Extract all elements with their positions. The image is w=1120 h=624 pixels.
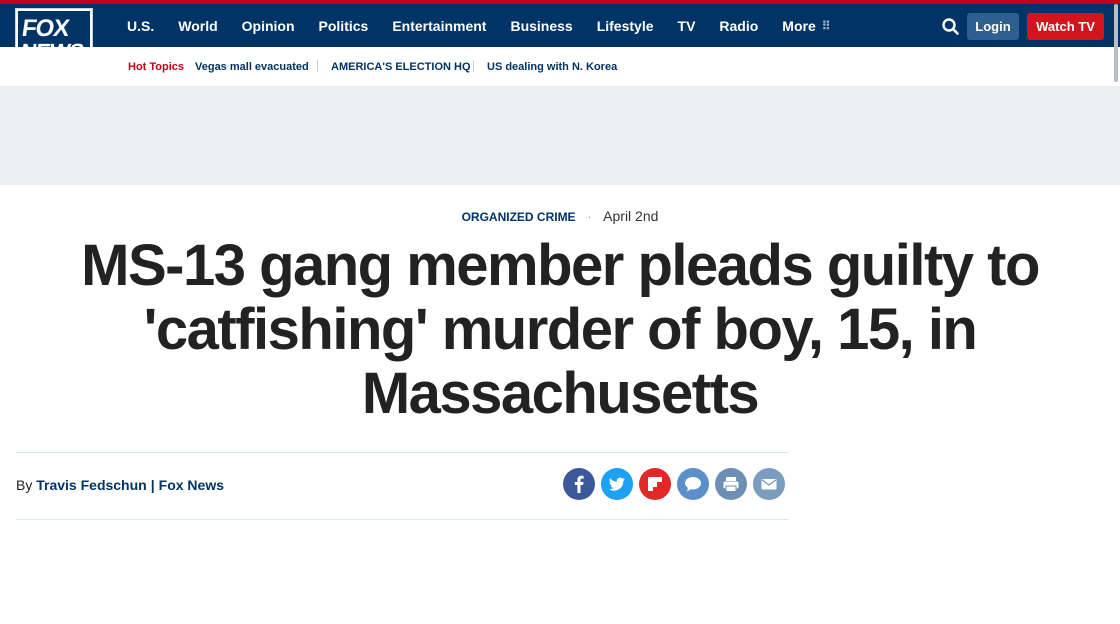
nav-link-world[interactable]: World (178, 18, 217, 34)
twitter-icon[interactable] (601, 468, 633, 500)
nav-link-lifestyle[interactable]: Lifestyle (597, 18, 654, 34)
article-date: April 2nd (603, 208, 659, 224)
nav-link-more[interactable]: More ⠿ (782, 18, 830, 34)
print-icon[interactable] (715, 468, 747, 500)
watch-tv-button[interactable]: Watch TV (1027, 13, 1104, 40)
ad-placeholder (0, 86, 1120, 185)
flipboard-icon[interactable] (639, 468, 671, 500)
facebook-icon[interactable] (563, 468, 595, 500)
hot-topic-item[interactable]: US dealing with N. Korea (487, 61, 617, 73)
nav-links: U.S. World Opinion Politics Entertainmen… (115, 4, 843, 47)
byline-prefix: By (16, 477, 33, 493)
nav-link-opinion[interactable]: Opinion (242, 18, 295, 34)
grid-dots-icon: ⠿ (821, 18, 831, 33)
nav-link-tv[interactable]: TV (678, 18, 696, 34)
hot-topic-item[interactable]: Vegas mall evacuated (195, 61, 309, 73)
byline-separator: | (150, 477, 155, 493)
article-byline: By Travis Fedschun | Fox News (16, 477, 224, 493)
logo-fox-text: FOX (20, 15, 71, 42)
search-icon[interactable] (940, 16, 962, 38)
hot-topic-item[interactable]: AMERICA'S ELECTION HQ (331, 61, 471, 73)
article-category-link[interactable]: ORGANIZED CRIME (462, 210, 576, 224)
hot-topic-divider (473, 60, 474, 72)
nav-link-business[interactable]: Business (510, 18, 572, 34)
login-button[interactable]: Login (967, 13, 1019, 40)
article-headline: MS-13 gang member pleads guilty to 'catf… (81, 233, 1040, 426)
page-scrollbar[interactable] (1114, 4, 1118, 82)
nav-link-radio[interactable]: Radio (719, 18, 758, 34)
hot-topic-divider (317, 60, 318, 72)
article-meta: ORGANIZED CRIME · April 2nd (0, 208, 1120, 224)
byline-top-divider (16, 452, 788, 453)
nav-link-politics[interactable]: Politics (319, 18, 369, 34)
nav-link-entertainment[interactable]: Entertainment (392, 18, 486, 34)
nav-link-more-label: More (782, 17, 816, 34)
hot-topics-bar: Hot Topics Vegas mall evacuated AMERICA'… (0, 47, 1120, 86)
main-navbar: U.S. World Opinion Politics Entertainmen… (0, 4, 1120, 47)
byline-bottom-divider (16, 519, 788, 520)
author-link[interactable]: Travis Fedschun (36, 477, 146, 493)
nav-link-us[interactable]: U.S. (127, 18, 154, 34)
outlet-link[interactable]: Fox News (159, 477, 224, 493)
hot-topics-label: Hot Topics (128, 61, 185, 73)
meta-separator-dot: · (587, 209, 592, 224)
email-icon[interactable] (753, 468, 785, 500)
comment-icon[interactable] (677, 468, 709, 500)
